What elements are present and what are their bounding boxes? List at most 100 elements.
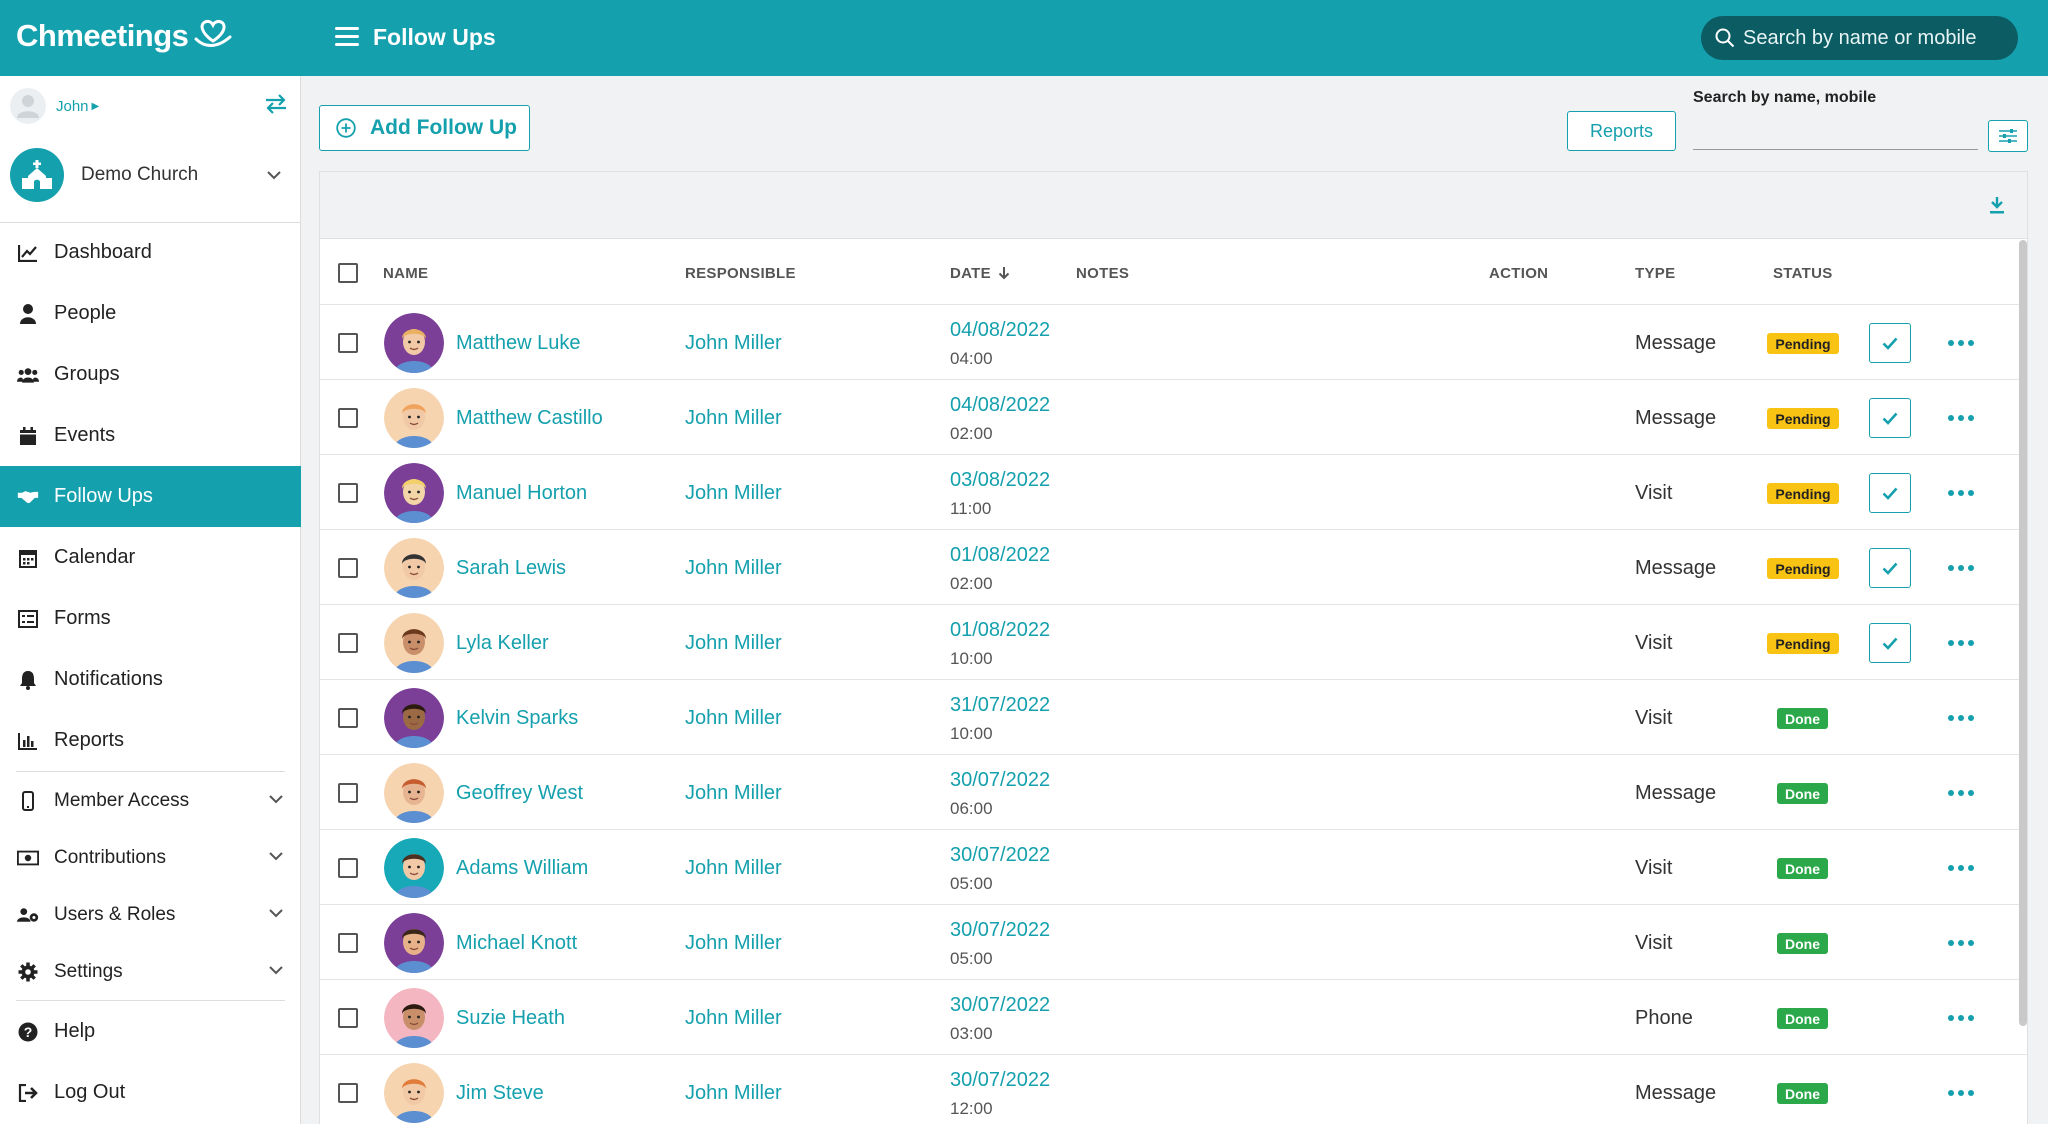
- responsible-link[interactable]: John Miller: [685, 332, 782, 355]
- column-header-status[interactable]: STATUS: [1773, 265, 1833, 282]
- person-name-link[interactable]: Michael Knott: [456, 932, 577, 955]
- mark-done-button[interactable]: [1869, 623, 1911, 663]
- more-options-icon[interactable]: [1948, 412, 1974, 424]
- user-menu[interactable]: John ▶: [10, 88, 99, 124]
- sidebar-item-events[interactable]: Events: [0, 405, 301, 466]
- row-checkbox[interactable]: [338, 1008, 358, 1028]
- swap-icon[interactable]: [264, 94, 288, 114]
- sidebar-item-settings[interactable]: Settings: [0, 943, 301, 1000]
- responsible-link[interactable]: John Miller: [685, 407, 782, 430]
- sidebar-item-log-out[interactable]: Log Out: [0, 1062, 301, 1123]
- follow-up-date[interactable]: 30/07/2022: [950, 994, 1050, 1017]
- more-options-icon[interactable]: [1948, 487, 1974, 499]
- sidebar-item-notifications[interactable]: Notifications: [0, 649, 301, 710]
- mark-done-button[interactable]: [1869, 473, 1911, 513]
- person-name-link[interactable]: Jim Steve: [456, 1082, 544, 1105]
- follow-up-type: Message: [1635, 557, 1717, 579]
- responsible-link[interactable]: John Miller: [685, 1007, 782, 1030]
- more-options-icon[interactable]: [1948, 562, 1974, 574]
- column-header-type[interactable]: TYPE: [1635, 265, 1675, 282]
- more-options-icon[interactable]: [1948, 337, 1974, 349]
- follow-up-date[interactable]: 04/08/2022: [950, 319, 1050, 342]
- sidebar-item-member-access[interactable]: Member Access: [0, 772, 301, 829]
- person-name-link[interactable]: Lyla Keller: [456, 632, 549, 655]
- sidebar-item-help[interactable]: ? Help: [0, 1001, 301, 1062]
- sidebar-item-dashboard[interactable]: Dashboard: [0, 222, 301, 283]
- person-name-link[interactable]: Manuel Horton: [456, 482, 587, 505]
- column-header-date[interactable]: DATE: [950, 265, 991, 282]
- more-options-icon[interactable]: [1948, 787, 1974, 799]
- sidebar-item-forms[interactable]: Forms: [0, 588, 301, 649]
- more-options-icon[interactable]: [1948, 637, 1974, 649]
- sidebar-item-reports[interactable]: Reports: [0, 710, 301, 771]
- row-checkbox[interactable]: [338, 333, 358, 353]
- row-checkbox[interactable]: [338, 633, 358, 653]
- row-checkbox[interactable]: [338, 708, 358, 728]
- follow-up-date[interactable]: 03/08/2022: [950, 469, 1050, 492]
- table-scrollbar[interactable]: [2019, 240, 2027, 1026]
- person-name-link[interactable]: Sarah Lewis: [456, 557, 566, 580]
- mark-done-button[interactable]: [1869, 323, 1911, 363]
- more-options-icon[interactable]: [1948, 937, 1974, 949]
- column-header-notes[interactable]: NOTES: [1076, 265, 1129, 282]
- responsible-link[interactable]: John Miller: [685, 857, 782, 880]
- person-name-link[interactable]: Matthew Luke: [456, 332, 581, 355]
- row-checkbox[interactable]: [338, 558, 358, 578]
- column-header-action[interactable]: ACTION: [1489, 265, 1548, 282]
- more-options-icon[interactable]: [1948, 1087, 1974, 1099]
- add-follow-up-button[interactable]: Add Follow Up: [319, 105, 530, 151]
- search-input[interactable]: [1693, 112, 1978, 150]
- sidebar-item-people[interactable]: People: [0, 283, 301, 344]
- follow-up-date[interactable]: 30/07/2022: [950, 769, 1050, 792]
- more-options-icon[interactable]: [1948, 1012, 1974, 1024]
- responsible-link[interactable]: John Miller: [685, 707, 782, 730]
- status-badge: Done: [1777, 1008, 1828, 1029]
- select-all-checkbox[interactable]: [338, 263, 358, 283]
- column-header-responsible[interactable]: RESPONSIBLE: [685, 265, 796, 282]
- follow-up-date[interactable]: 30/07/2022: [950, 919, 1050, 942]
- person-name-link[interactable]: Adams William: [456, 857, 588, 880]
- column-header-name[interactable]: NAME: [383, 265, 428, 282]
- follow-up-date[interactable]: 31/07/2022: [950, 694, 1050, 717]
- follow-up-date[interactable]: 30/07/2022: [950, 844, 1050, 867]
- responsible-link[interactable]: John Miller: [685, 1082, 782, 1105]
- follow-up-time: 02:00: [950, 574, 993, 593]
- person-name-link[interactable]: Matthew Castillo: [456, 407, 603, 430]
- more-options-icon[interactable]: [1948, 712, 1974, 724]
- responsible-link[interactable]: John Miller: [685, 632, 782, 655]
- row-checkbox[interactable]: [338, 858, 358, 878]
- responsible-link[interactable]: John Miller: [685, 482, 782, 505]
- church-selector[interactable]: Demo Church: [10, 148, 295, 202]
- row-checkbox[interactable]: [338, 1083, 358, 1103]
- sidebar-item-calendar[interactable]: Calendar: [0, 527, 301, 588]
- sidebar-item-groups[interactable]: Groups: [0, 344, 301, 405]
- person-name-link[interactable]: Suzie Heath: [456, 1007, 565, 1030]
- sidebar-item-contributions[interactable]: Contributions: [0, 829, 301, 886]
- app-logo[interactable]: Chmeetings: [16, 18, 234, 54]
- mark-done-button[interactable]: [1869, 548, 1911, 588]
- sidebar-item-follow-ups[interactable]: Follow Ups: [0, 466, 301, 527]
- follow-up-date[interactable]: 01/08/2022: [950, 619, 1050, 642]
- person-name-link[interactable]: Kelvin Sparks: [456, 707, 578, 730]
- reports-button[interactable]: Reports: [1567, 111, 1676, 151]
- global-search[interactable]: [1701, 16, 2018, 60]
- responsible-link[interactable]: John Miller: [685, 782, 782, 805]
- person-name-link[interactable]: Geoffrey West: [456, 782, 583, 805]
- more-options-icon[interactable]: [1948, 862, 1974, 874]
- row-checkbox[interactable]: [338, 408, 358, 428]
- follow-up-date[interactable]: 01/08/2022: [950, 544, 1050, 567]
- mark-done-button[interactable]: [1869, 398, 1911, 438]
- follow-up-date[interactable]: 30/07/2022: [950, 1069, 1050, 1092]
- sidebar: John ▶ Demo Church Dashboard People Grou…: [0, 76, 301, 1124]
- row-checkbox[interactable]: [338, 933, 358, 953]
- follow-up-date[interactable]: 04/08/2022: [950, 394, 1050, 417]
- responsible-link[interactable]: John Miller: [685, 557, 782, 580]
- filter-button[interactable]: [1988, 120, 2028, 152]
- row-checkbox[interactable]: [338, 483, 358, 503]
- row-checkbox[interactable]: [338, 783, 358, 803]
- download-icon[interactable]: [1989, 196, 2005, 214]
- menu-toggle-icon[interactable]: [335, 27, 359, 47]
- global-search-input[interactable]: [1743, 26, 2003, 50]
- sidebar-item-users-roles[interactable]: Users & Roles: [0, 886, 301, 943]
- responsible-link[interactable]: John Miller: [685, 932, 782, 955]
